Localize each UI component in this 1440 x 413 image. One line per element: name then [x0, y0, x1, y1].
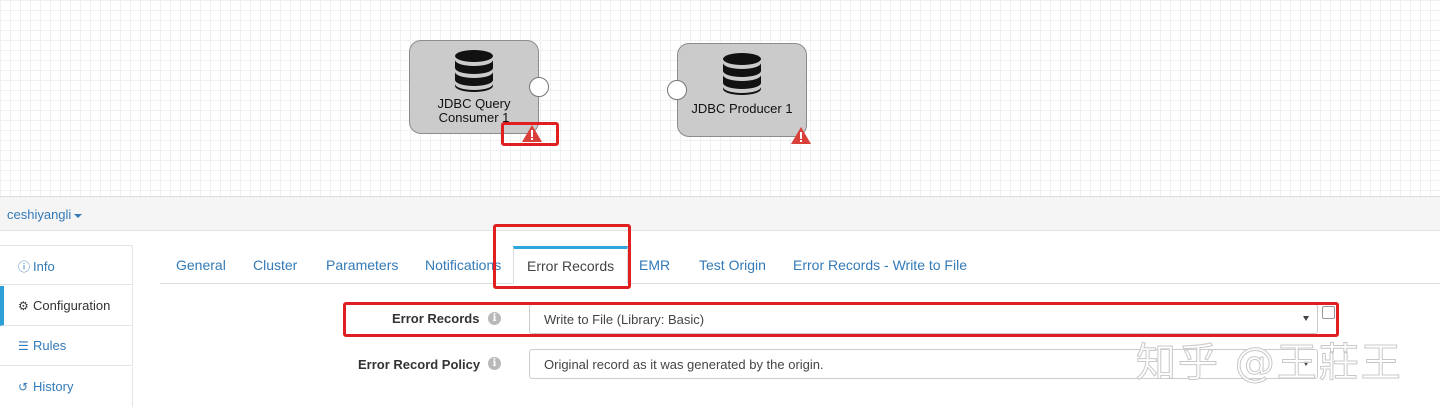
error-records-label: Error Records — [392, 311, 480, 326]
tab-parameters[interactable]: Parameters — [326, 246, 398, 284]
error-record-policy-label: Error Record Policy — [358, 357, 481, 372]
sidebar-item-label: History — [33, 379, 74, 394]
info-icon: ⓘ — [18, 260, 31, 274]
chevron-down-icon — [1303, 316, 1309, 321]
chevron-down-icon — [1303, 361, 1309, 366]
pipeline-name-dropdown[interactable]: ceshiyangli — [7, 207, 83, 222]
gear-icon: ⚙ — [18, 299, 29, 313]
caret-down-icon — [74, 213, 83, 218]
error-records-select[interactable]: Write to File (Library: Basic) — [529, 304, 1318, 334]
database-icon — [723, 53, 761, 95]
warning-icon[interactable] — [790, 126, 812, 145]
output-port[interactable] — [529, 77, 549, 97]
stage-jdbc-query-consumer[interactable]: JDBC Query Consumer 1 — [409, 40, 539, 134]
stage-label: JDBC Query — [437, 96, 511, 111]
config-tabs: General Cluster Parameters Notifications… — [160, 246, 1440, 284]
sidebar-item-history[interactable]: ↺ History — [0, 367, 133, 407]
input-port[interactable] — [667, 80, 687, 100]
pipeline-canvas[interactable]: JDBC Query Consumer 1 JDBC Producer 1 — [0, 0, 1440, 196]
info-icon[interactable]: i — [488, 312, 501, 325]
pipeline-bar: ceshiyangli — [0, 196, 1440, 231]
pipeline-name: ceshiyangli — [7, 207, 72, 222]
tab-notifications[interactable]: Notifications — [425, 246, 501, 284]
info-icon[interactable]: i — [488, 357, 501, 370]
expand-icon[interactable] — [1322, 306, 1335, 319]
sidebar-item-label: Rules — [33, 338, 67, 353]
error-record-policy-value: Original record as it was generated by t… — [544, 357, 824, 372]
stage-label: Consumer 1 — [438, 110, 510, 125]
sidebar-item-rules[interactable]: ☰ Rules — [0, 326, 133, 366]
error-records-value: Write to File (Library: Basic) — [544, 312, 705, 327]
tab-emr[interactable]: EMR — [639, 246, 670, 284]
warning-icon[interactable] — [521, 124, 543, 143]
stage-jdbc-producer[interactable]: JDBC Producer 1 — [677, 43, 807, 137]
tab-test-origin[interactable]: Test Origin — [699, 246, 766, 284]
tab-error-records-write-to-file[interactable]: Error Records - Write to File — [793, 246, 967, 284]
sidebar-item-label: Configuration — [33, 298, 111, 313]
history-icon: ↺ — [18, 380, 29, 394]
list-icon: ☰ — [18, 339, 29, 353]
database-icon — [455, 50, 493, 92]
error-record-policy-select[interactable]: Original record as it was generated by t… — [529, 349, 1318, 379]
sidebar-item-info[interactable]: ⓘ Info — [0, 245, 133, 285]
tab-cluster[interactable]: Cluster — [253, 246, 297, 284]
detail-sidebar: ⓘ Info ⚙ Configuration ☰ Rules ↺ History — [0, 231, 133, 413]
tab-general[interactable]: General — [176, 246, 226, 284]
stage-label: JDBC Producer 1 — [691, 101, 793, 116]
sidebar-item-configuration[interactable]: ⚙ Configuration — [0, 286, 133, 326]
sidebar-item-label: Info — [33, 259, 55, 274]
tab-error-records[interactable]: Error Records — [513, 246, 629, 284]
